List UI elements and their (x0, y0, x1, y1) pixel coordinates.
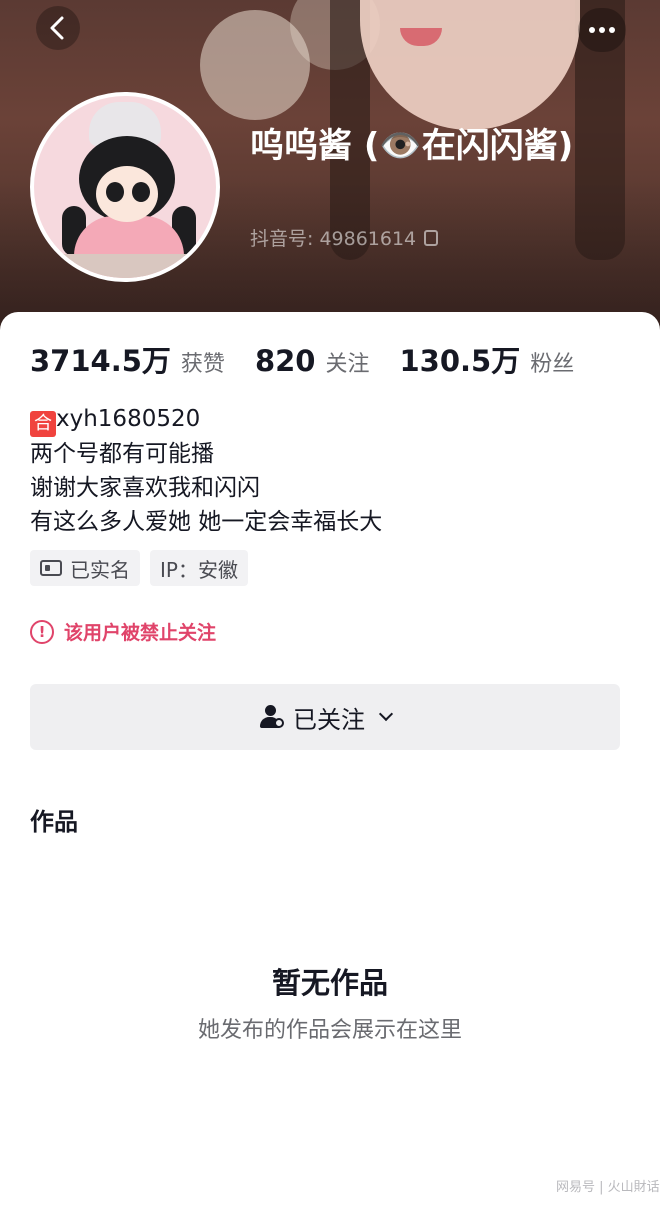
more-dot-icon (599, 27, 605, 33)
douyin-id: 抖音号: 49861614 (250, 228, 417, 250)
avatar[interactable] (30, 92, 220, 282)
bio-line: 有这么多人爱她 她一定会幸福长大 (30, 509, 383, 535)
profile-sheet: 3714.5万 获赞 820 关注 130.5万 粉丝 合 xyh1680520 … (0, 312, 660, 1206)
douyin-id-row[interactable]: 抖音号: 49861614 (250, 224, 439, 251)
bio-line: 两个号都有可能播 (30, 441, 214, 467)
works-tab-title[interactable]: 作品 (30, 802, 78, 837)
verified-label: 已实名 (70, 557, 130, 582)
exclamation-icon: ! (30, 619, 54, 644)
profile-nickname: 呜呜酱 (👁️在闪闪酱) (250, 126, 574, 166)
copy-icon[interactable] (424, 229, 439, 246)
empty-works-title: 暂无作品 (271, 966, 388, 1000)
avatar-table (34, 254, 216, 278)
stat-value: 3714.5万 (30, 344, 171, 378)
followed-button[interactable]: 已关注 (30, 684, 620, 750)
profile-header: 呜呜酱 (👁️在闪闪酱) 抖音号: 49861614 (0, 0, 660, 340)
followed-label: 已关注 (293, 705, 365, 734)
empty-works-subtitle: 她发布的作品会展示在这里 (197, 1018, 462, 1043)
avatar-eye (106, 182, 124, 202)
more-dot-icon (609, 27, 615, 33)
bio: 合 xyh1680520 两个号都有可能播 谢谢大家喜欢我和闪闪 有这么多人爱她 … (30, 402, 382, 539)
verified-chip[interactable]: 已实名 (30, 550, 140, 586)
stat-likes[interactable]: 3714.5万 获赞 (30, 338, 225, 380)
follow-ban-warning: ! 该用户被禁止关注 (30, 618, 216, 645)
bio-collab-line[interactable]: 合 xyh1680520 (30, 402, 382, 437)
ip-label: IP：安徽 (160, 557, 238, 582)
stat-label: 粉丝 (530, 352, 575, 377)
watermark: 网易号 | 火山財话 (556, 1180, 660, 1195)
stat-followers[interactable]: 130.5万 粉丝 (400, 338, 575, 380)
more-dot-icon (589, 27, 595, 33)
stat-value: 130.5万 (399, 344, 521, 378)
collab-tag: 合 (30, 411, 56, 437)
stat-value: 820 (254, 344, 316, 378)
chevron-down-icon (378, 706, 394, 722)
stats-row: 3714.5万 获赞 820 关注 130.5万 粉丝 (30, 338, 604, 380)
user-check-icon (259, 705, 284, 729)
collab-account[interactable]: xyh1680520 (56, 406, 200, 432)
id-card-icon (40, 560, 62, 576)
profile-chips: 已实名 IP：安徽 (30, 550, 248, 586)
more-options-button[interactable] (578, 8, 626, 52)
cover-photo-face (360, 0, 580, 130)
chevron-left-icon (50, 16, 64, 40)
bio-line: 谢谢大家喜欢我和闪闪 (30, 475, 260, 501)
stat-label: 获赞 (180, 352, 225, 377)
warning-text: 该用户被禁止关注 (64, 622, 217, 644)
ip-chip: IP：安徽 (150, 550, 248, 586)
stat-label: 关注 (325, 352, 370, 377)
stat-following[interactable]: 820 关注 (255, 344, 370, 378)
avatar-eye (132, 182, 150, 202)
back-button[interactable] (36, 6, 80, 50)
